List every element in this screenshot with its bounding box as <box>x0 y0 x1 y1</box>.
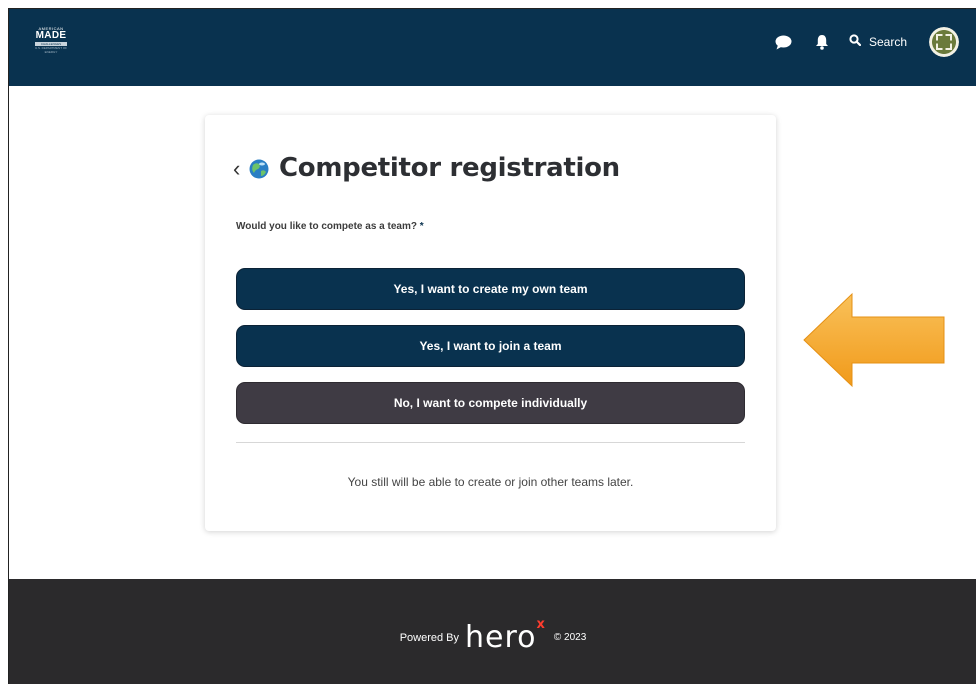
create-team-button[interactable]: Yes, I want to create my own team <box>236 268 745 310</box>
powered-by-row: Powered By herox © 2023 <box>9 617 976 655</box>
search-label: Search <box>868 35 907 49</box>
chat-icon[interactable] <box>771 29 797 55</box>
american-made-logo[interactable]: AMERICAN MADE CHALLENGES U.S. DEPARTMENT… <box>33 26 69 54</box>
compete-individually-button[interactable]: No, I want to compete individually <box>236 382 745 424</box>
header-actions: Search <box>759 27 959 57</box>
search-icon <box>849 33 862 51</box>
registration-card: ‹ Competitor registration Would you like… <box>205 115 776 531</box>
search-button[interactable]: Search <box>849 33 907 51</box>
copyright-text: © 2023 <box>553 632 587 643</box>
logo-line-2: MADE <box>35 30 67 41</box>
user-avatar[interactable] <box>929 27 959 57</box>
herox-x-mark: x <box>536 617 546 632</box>
herox-logo[interactable]: herox <box>465 617 546 655</box>
bell-icon[interactable] <box>809 29 835 55</box>
page-title: Competitor registration <box>279 153 620 183</box>
site-footer: Powered By herox © 2023 <box>9 579 976 684</box>
powered-by-label: Powered By <box>399 631 459 644</box>
top-navigation-bar: AMERICAN MADE CHALLENGES U.S. DEPARTMENT… <box>9 9 976 86</box>
team-question-label: Would you like to compete as a team? * <box>236 221 424 232</box>
info-note: You still will be able to create or join… <box>347 475 634 489</box>
challenge-globe-icon <box>249 159 269 179</box>
back-chevron-icon[interactable]: ‹ <box>233 157 240 181</box>
logo-line-4: U.S. DEPARTMENT OF ENERGY <box>34 46 67 54</box>
orange-arrow-annotation <box>802 292 946 388</box>
herox-brand-text: hero <box>465 620 537 655</box>
browser-frame: AMERICAN MADE CHALLENGES U.S. DEPARTMENT… <box>8 8 976 684</box>
required-marker: * <box>416 221 424 232</box>
join-team-button[interactable]: Yes, I want to join a team <box>236 325 745 367</box>
question-text: Would you like to compete as a team? <box>236 221 417 232</box>
divider <box>236 442 745 443</box>
